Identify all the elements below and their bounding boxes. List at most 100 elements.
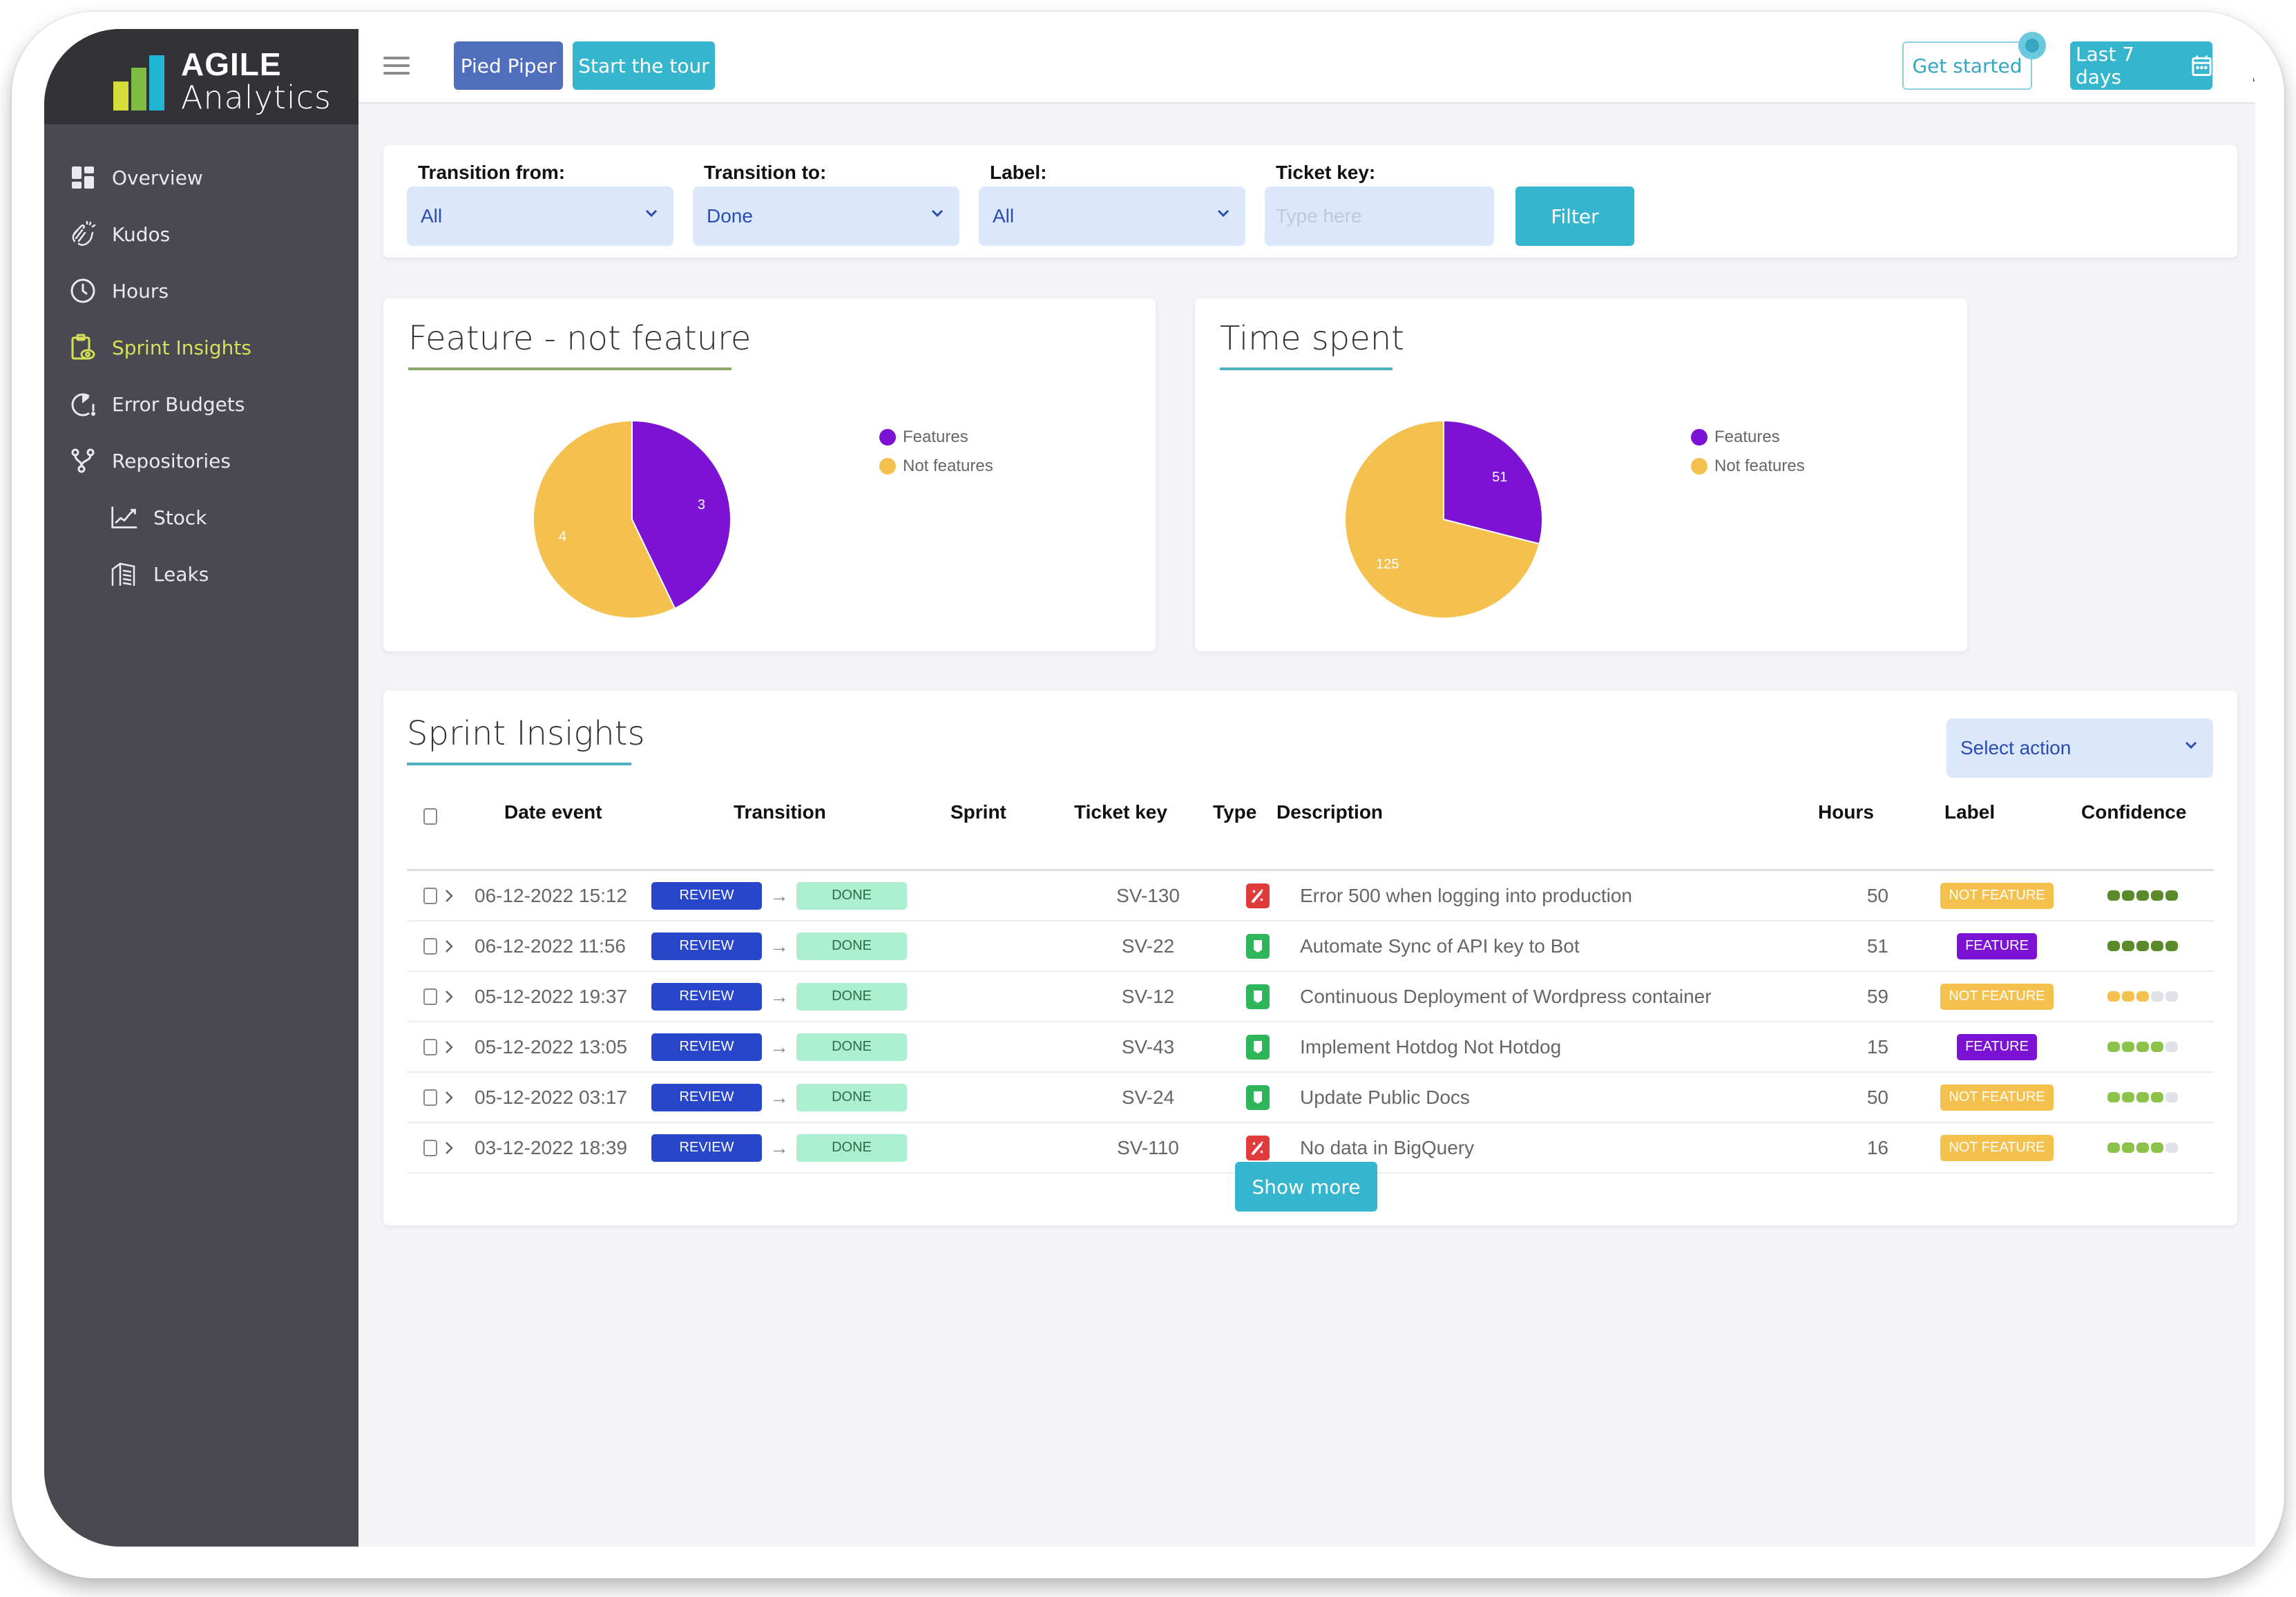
bug-type-icon — [1246, 883, 1270, 908]
sidebar-item-repositories[interactable]: Repositories — [44, 437, 358, 485]
start-tour-button[interactable]: Start the tour — [573, 41, 715, 90]
date-event: 05-12-2022 13:05 — [475, 1035, 628, 1058]
table-row[interactable]: 06-12-2022 15:12 REVIEW → DONE SV-130 Error 5… — [407, 871, 2214, 921]
hours: 15 — [1866, 1035, 1888, 1058]
user-avatar-icon[interactable] — [2251, 47, 2255, 83]
legend-item-not-features[interactable]: Not features — [879, 452, 993, 481]
confidence-dot — [2107, 1042, 2120, 1052]
sidebar-item-stock[interactable]: Stock — [44, 493, 358, 542]
column-header-hours[interactable]: Hours — [1818, 801, 1874, 823]
ticket-key[interactable]: SV-43 — [1074, 1022, 1222, 1071]
confidence-dot — [2165, 1042, 2178, 1052]
transition-to-tag: DONE — [796, 932, 907, 960]
transition-from-tag: REVIEW — [651, 1134, 762, 1162]
hours: 16 — [1866, 1136, 1888, 1158]
label-filter-select[interactable]: All — [979, 187, 1245, 246]
row-checkbox[interactable] — [423, 1139, 437, 1156]
row-checkbox[interactable] — [423, 1038, 437, 1055]
chart-legend: Features Not features — [879, 423, 993, 481]
ticket-key[interactable]: SV-22 — [1074, 921, 1222, 970]
column-header-ticket-key[interactable]: Ticket key — [1074, 801, 1167, 823]
table-row[interactable]: 06-12-2022 11:56 REVIEW → DONE SV-22 Automate… — [407, 921, 2214, 972]
column-header-date[interactable]: Date event — [504, 801, 602, 823]
ticket-key[interactable]: SV-12 — [1074, 972, 1222, 1021]
confidence-dot — [2136, 1142, 2149, 1153]
sidebar-item-error-budgets[interactable]: Error Budgets — [44, 380, 358, 428]
show-more-button[interactable]: Show more — [1235, 1162, 1377, 1212]
notification-beacon-icon[interactable] — [2018, 32, 2046, 59]
expand-row-chevron-icon[interactable] — [444, 1022, 454, 1071]
legend-item-not-features[interactable]: Not features — [1691, 452, 1805, 481]
table-row[interactable]: 05-12-2022 03:17 REVIEW → DONE SV-24 Update P… — [407, 1073, 2214, 1123]
ticket-key[interactable]: SV-130 — [1074, 871, 1222, 920]
legend-swatch — [1691, 429, 1707, 446]
sidebar-item-sprint-insights[interactable]: Sprint Insights — [44, 323, 358, 372]
sidebar-item-leaks[interactable]: Leaks — [44, 550, 358, 598]
date-range-button[interactable]: Last 7 days — [2070, 41, 2212, 90]
legend-label: Not features — [1714, 457, 1805, 475]
transition-from-tag: REVIEW — [651, 1083, 762, 1111]
column-header-transition[interactable]: Transition — [734, 801, 826, 823]
select-action-dropdown[interactable]: Select action — [1946, 718, 2213, 778]
column-header-confidence[interactable]: Confidence — [2081, 801, 2186, 823]
label-badge: NOT FEATURE — [1940, 1084, 2054, 1111]
row-checkbox[interactable] — [423, 988, 437, 1005]
legend-item-features[interactable]: Features — [1691, 423, 1805, 452]
legend-label: Not features — [903, 457, 993, 475]
logo[interactable]: AGILE Analytics — [44, 29, 358, 124]
get-started-button[interactable]: Get started — [1902, 41, 2032, 90]
clock-icon — [69, 277, 97, 305]
expand-row-chevron-icon[interactable] — [444, 1123, 454, 1172]
ticket-key[interactable]: SV-24 — [1074, 1073, 1222, 1122]
date-event: 06-12-2022 15:12 — [475, 884, 628, 906]
expand-row-chevron-icon[interactable] — [444, 972, 454, 1021]
confidence-dot — [2151, 890, 2163, 901]
column-header-sprint[interactable]: Sprint — [950, 801, 1006, 823]
hours: 50 — [1866, 1086, 1888, 1108]
chevron-down-icon — [645, 209, 658, 218]
legend-item-features[interactable]: Features — [879, 423, 993, 452]
row-checkbox[interactable] — [423, 887, 437, 904]
arrow-right-icon: → — [769, 985, 789, 1007]
confidence-dot — [2151, 1042, 2163, 1052]
chevron-down-icon — [1217, 209, 1230, 218]
ticket-key[interactable]: SV-110 — [1074, 1123, 1222, 1172]
pie-data-label: 4 — [559, 529, 566, 544]
column-header-type[interactable]: Type — [1213, 801, 1256, 823]
transition-to-label: Transition to: — [704, 162, 827, 183]
hamburger-menu-icon[interactable] — [383, 57, 410, 76]
sidebar-item-hours[interactable]: Hours — [44, 267, 358, 315]
column-header-label[interactable]: Label — [1944, 801, 1995, 823]
description: Update Public Docs — [1300, 1086, 1470, 1108]
sidebar-item-overview[interactable]: Overview — [44, 153, 358, 202]
filter-button[interactable]: Filter — [1515, 187, 1634, 246]
row-checkbox[interactable] — [423, 1089, 437, 1106]
transition-from-tag: REVIEW — [651, 881, 762, 910]
transition-to-tag: DONE — [796, 1033, 907, 1061]
table-row[interactable]: 05-12-2022 19:37 REVIEW → DONE SV-12 Continuo… — [407, 972, 2214, 1022]
transition-from-select[interactable]: All — [407, 187, 673, 246]
table-row[interactable]: 05-12-2022 13:05 REVIEW → DONE SV-43 Implemen… — [407, 1022, 2214, 1073]
sidebar-item-label: Overview — [112, 166, 203, 189]
transition-to-select[interactable]: Done — [693, 187, 959, 246]
label-filter-value: All — [993, 205, 1015, 227]
transition-from-label: Transition from: — [418, 162, 566, 183]
expand-row-chevron-icon[interactable] — [444, 871, 454, 920]
transition-from-tag: REVIEW — [651, 932, 762, 960]
confidence-dot — [2107, 1142, 2120, 1153]
column-header-description[interactable]: Description — [1276, 801, 1383, 823]
story-type-icon — [1246, 1034, 1270, 1060]
expand-row-chevron-icon[interactable] — [444, 1073, 454, 1122]
logo-line2: Analytics — [181, 79, 332, 116]
sidebar-item-kudos[interactable]: Kudos — [44, 210, 358, 258]
feature-chart-card: Feature - not feature 34 Features Not fe… — [383, 298, 1156, 651]
confidence-dot — [2151, 1142, 2163, 1153]
confidence-dot — [2136, 890, 2149, 901]
sidebar-item-label: Kudos — [112, 222, 171, 246]
organization-button[interactable]: Pied Piper — [454, 41, 563, 90]
row-checkbox[interactable] — [423, 937, 437, 955]
ticket-key-input[interactable] — [1265, 187, 1494, 246]
arrow-right-icon: → — [769, 1086, 789, 1108]
select-all-checkbox[interactable] — [423, 808, 437, 825]
expand-row-chevron-icon[interactable] — [444, 921, 454, 970]
